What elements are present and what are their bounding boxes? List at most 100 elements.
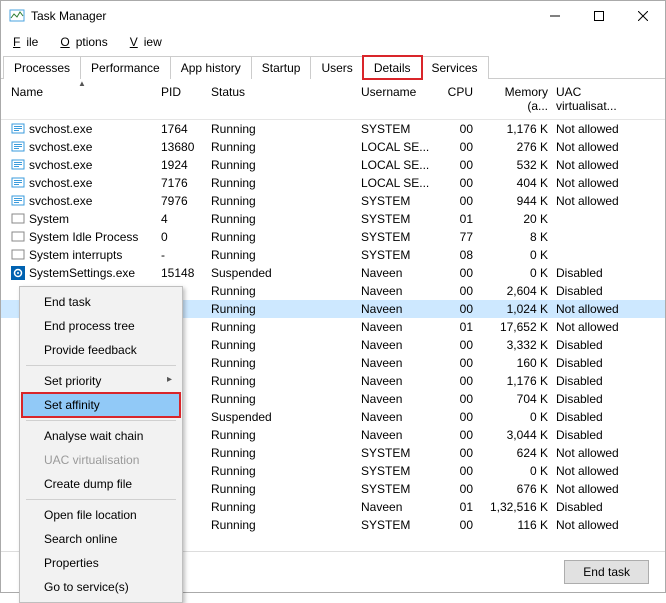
cell-uac: Disabled bbox=[552, 266, 644, 280]
table-row[interactable]: System Idle Process0RunningSYSTEM778 K bbox=[1, 228, 665, 246]
menu-file[interactable]: File bbox=[7, 33, 50, 51]
minimize-button[interactable] bbox=[533, 1, 577, 31]
cell-cpu: 00 bbox=[437, 356, 477, 370]
cell-status: Running bbox=[207, 392, 357, 406]
cell-cpu: 00 bbox=[437, 446, 477, 460]
table-row[interactable]: svchost.exe1924RunningLOCAL SE...00532 K… bbox=[1, 156, 665, 174]
cell-username: SYSTEM bbox=[357, 212, 437, 226]
cell-memory: 3,332 K bbox=[477, 338, 552, 352]
cell-status: Running bbox=[207, 248, 357, 262]
menu-item-open-file-location[interactable]: Open file location bbox=[22, 503, 180, 527]
process-icon bbox=[11, 158, 25, 172]
cell-status: Running bbox=[207, 356, 357, 370]
tab-details[interactable]: Details bbox=[363, 56, 422, 79]
cell-pid: 1764 bbox=[157, 122, 207, 136]
cell-cpu: 00 bbox=[437, 482, 477, 496]
menu-item-end-task[interactable]: End task bbox=[22, 290, 180, 314]
tab-processes[interactable]: Processes bbox=[3, 56, 81, 79]
cell-cpu: 01 bbox=[437, 500, 477, 514]
menu-item-analyse-wait-chain[interactable]: Analyse wait chain bbox=[22, 424, 180, 448]
cell-username: SYSTEM bbox=[357, 446, 437, 460]
menu-view[interactable]: View bbox=[124, 33, 174, 51]
col-header-name[interactable]: ▲ Name bbox=[7, 85, 157, 113]
table-row[interactable]: System interrupts-RunningSYSTEM080 K bbox=[1, 246, 665, 264]
col-header-uac[interactable]: UAC virtualisat... bbox=[552, 85, 644, 113]
cell-name: svchost.exe bbox=[29, 176, 92, 190]
table-row[interactable]: svchost.exe1764RunningSYSTEM001,176 KNot… bbox=[1, 120, 665, 138]
cell-status: Running bbox=[207, 158, 357, 172]
sort-ascending-icon: ▲ bbox=[78, 79, 86, 88]
cell-uac: Not allowed bbox=[552, 446, 644, 460]
cell-memory: 704 K bbox=[477, 392, 552, 406]
cell-cpu: 00 bbox=[437, 338, 477, 352]
cell-username: Naveen bbox=[357, 392, 437, 406]
menu-item-end-process-tree[interactable]: End process tree bbox=[22, 314, 180, 338]
cell-username: SYSTEM bbox=[357, 194, 437, 208]
cell-username: Naveen bbox=[357, 338, 437, 352]
cell-name: svchost.exe bbox=[29, 140, 92, 154]
menu-item-set-affinity[interactable]: Set affinity bbox=[22, 393, 180, 417]
menu-separator bbox=[26, 365, 176, 366]
cell-cpu: 00 bbox=[437, 266, 477, 280]
cell-pid: 1924 bbox=[157, 158, 207, 172]
cell-uac: Disabled bbox=[552, 500, 644, 514]
cell-pid: 7976 bbox=[157, 194, 207, 208]
process-icon bbox=[11, 176, 25, 190]
tab-app-history[interactable]: App history bbox=[170, 56, 252, 79]
cell-memory: 1,024 K bbox=[477, 302, 552, 316]
cell-cpu: 00 bbox=[437, 158, 477, 172]
menu-item-uac-virtualisation: UAC virtualisation bbox=[22, 448, 180, 472]
cell-name: System Idle Process bbox=[29, 230, 138, 244]
menu-item-set-priority[interactable]: Set priority bbox=[22, 369, 180, 393]
cell-memory: 17,652 K bbox=[477, 320, 552, 334]
end-task-button[interactable]: End task bbox=[564, 560, 649, 584]
menu-item-search-online[interactable]: Search online bbox=[22, 527, 180, 551]
tab-services[interactable]: Services bbox=[421, 56, 489, 79]
col-header-cpu[interactable]: CPU bbox=[437, 85, 477, 113]
cell-status: Running bbox=[207, 446, 357, 460]
cell-pid: 4 bbox=[157, 212, 207, 226]
table-row[interactable]: System4RunningSYSTEM0120 K bbox=[1, 210, 665, 228]
tab-performance[interactable]: Performance bbox=[80, 56, 171, 79]
menu-item-provide-feedback[interactable]: Provide feedback bbox=[22, 338, 180, 362]
cell-memory: 1,176 K bbox=[477, 122, 552, 136]
cell-username: Naveen bbox=[357, 374, 437, 388]
cell-status: Running bbox=[207, 320, 357, 334]
cell-name: svchost.exe bbox=[29, 194, 92, 208]
table-row[interactable]: SystemSettings.exe15148SuspendedNaveen00… bbox=[1, 264, 665, 282]
menu-item-properties[interactable]: Properties bbox=[22, 551, 180, 575]
cell-cpu: 00 bbox=[437, 140, 477, 154]
menu-item-go-to-service-s-[interactable]: Go to service(s) bbox=[22, 575, 180, 599]
tab-users[interactable]: Users bbox=[310, 56, 363, 79]
menu-item-create-dump-file[interactable]: Create dump file bbox=[22, 472, 180, 496]
col-header-status[interactable]: Status bbox=[207, 85, 357, 113]
table-row[interactable]: svchost.exe7976RunningSYSTEM00944 KNot a… bbox=[1, 192, 665, 210]
cell-status: Running bbox=[207, 302, 357, 316]
cell-memory: 0 K bbox=[477, 248, 552, 262]
cell-pid: - bbox=[157, 248, 207, 262]
maximize-button[interactable] bbox=[577, 1, 621, 31]
col-header-pid[interactable]: PID bbox=[157, 85, 207, 113]
cell-uac: Not allowed bbox=[552, 320, 644, 334]
process-icon bbox=[11, 194, 25, 208]
cell-cpu: 00 bbox=[437, 194, 477, 208]
cell-username: SYSTEM bbox=[357, 230, 437, 244]
col-header-username[interactable]: Username bbox=[357, 85, 437, 113]
cell-status: Running bbox=[207, 428, 357, 442]
table-row[interactable]: svchost.exe13680RunningLOCAL SE...00276 … bbox=[1, 138, 665, 156]
menu-options[interactable]: Options bbox=[54, 33, 119, 51]
cell-status: Running bbox=[207, 122, 357, 136]
cell-cpu: 00 bbox=[437, 428, 477, 442]
tab-startup[interactable]: Startup bbox=[251, 56, 312, 79]
cell-username: LOCAL SE... bbox=[357, 158, 437, 172]
cell-memory: 0 K bbox=[477, 266, 552, 280]
cell-cpu: 00 bbox=[437, 122, 477, 136]
menu-separator bbox=[26, 499, 176, 500]
cell-username: Naveen bbox=[357, 410, 437, 424]
table-row[interactable]: svchost.exe7176RunningLOCAL SE...00404 K… bbox=[1, 174, 665, 192]
cell-username: Naveen bbox=[357, 284, 437, 298]
close-button[interactable] bbox=[621, 1, 665, 31]
cell-status: Running bbox=[207, 374, 357, 388]
cell-username: Naveen bbox=[357, 428, 437, 442]
col-header-memory[interactable]: Memory (a... bbox=[477, 85, 552, 113]
